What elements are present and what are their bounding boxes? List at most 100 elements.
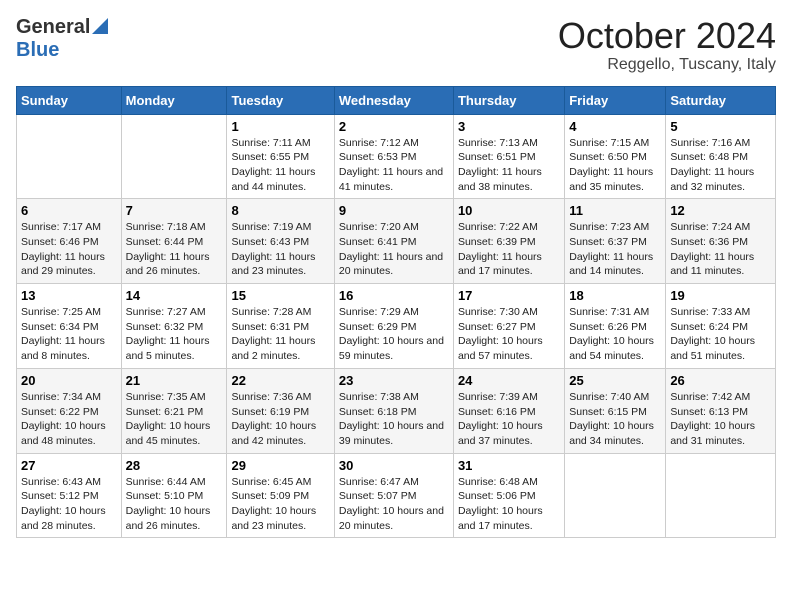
day-info: Sunrise: 7:12 AM Sunset: 6:53 PM Dayligh… — [339, 136, 449, 195]
title-block: October 2024 Reggello, Tuscany, Italy — [558, 16, 776, 74]
day-number: 12 — [670, 203, 771, 218]
calendar-cell: 22 Sunrise: 7:36 AM Sunset: 6:19 PM Dayli… — [227, 368, 334, 453]
calendar-header-row: SundayMondayTuesdayWednesdayThursdayFrid… — [17, 86, 776, 114]
day-number: 16 — [339, 288, 449, 303]
day-info: Sunrise: 7:23 AM Sunset: 6:37 PM Dayligh… — [569, 220, 661, 279]
logo-general-text: General — [16, 16, 90, 39]
calendar-week-row: 27 Sunrise: 6:43 AM Sunset: 5:12 PM Dayli… — [17, 453, 776, 538]
day-info: Sunrise: 7:42 AM Sunset: 6:13 PM Dayligh… — [670, 390, 771, 449]
calendar-cell: 23Sunrise: 7:38 AM Sunset: 6:18 PM Dayli… — [334, 368, 453, 453]
day-info: Sunrise: 7:27 AM Sunset: 6:32 PM Dayligh… — [126, 305, 223, 364]
logo: General Blue — [16, 16, 108, 62]
day-number: 13 — [21, 288, 117, 303]
day-info: Sunrise: 7:40 AM Sunset: 6:15 PM Dayligh… — [569, 390, 661, 449]
day-number: 18 — [569, 288, 661, 303]
day-number: 22 — [231, 373, 329, 388]
calendar-cell: 25 Sunrise: 7:40 AM Sunset: 6:15 PM Dayli… — [565, 368, 666, 453]
calendar-cell: 27 Sunrise: 6:43 AM Sunset: 5:12 PM Dayli… — [17, 453, 122, 538]
calendar-cell: 15 Sunrise: 7:28 AM Sunset: 6:31 PM Dayli… — [227, 284, 334, 369]
calendar-cell: 19Sunrise: 7:33 AM Sunset: 6:24 PM Dayli… — [666, 284, 776, 369]
day-number: 15 — [231, 288, 329, 303]
calendar-cell: 7Sunrise: 7:18 AM Sunset: 6:44 PM Daylig… — [121, 199, 227, 284]
day-number: 14 — [126, 288, 223, 303]
day-info: Sunrise: 7:31 AM Sunset: 6:26 PM Dayligh… — [569, 305, 661, 364]
location: Reggello, Tuscany, Italy — [558, 56, 776, 74]
day-info: Sunrise: 7:19 AM Sunset: 6:43 PM Dayligh… — [231, 220, 329, 279]
calendar-cell: 6Sunrise: 7:17 AM Sunset: 6:46 PM Daylig… — [17, 199, 122, 284]
day-info: Sunrise: 7:36 AM Sunset: 6:19 PM Dayligh… — [231, 390, 329, 449]
header-day-thursday: Thursday — [453, 86, 564, 114]
day-info: Sunrise: 6:45 AM Sunset: 5:09 PM Dayligh… — [231, 475, 329, 534]
calendar-cell: 2 Sunrise: 7:12 AM Sunset: 6:53 PM Daylig… — [334, 114, 453, 199]
day-number: 8 — [231, 203, 329, 218]
page-header: General Blue October 2024 Reggello, Tusc… — [16, 16, 776, 74]
calendar-cell: 5Sunrise: 7:16 AM Sunset: 6:48 PM Daylig… — [666, 114, 776, 199]
day-info: Sunrise: 7:30 AM Sunset: 6:27 PM Dayligh… — [458, 305, 560, 364]
day-info: Sunrise: 7:34 AM Sunset: 6:22 PM Dayligh… — [21, 390, 117, 449]
day-number: 27 — [21, 458, 117, 473]
day-info: Sunrise: 7:38 AM Sunset: 6:18 PM Dayligh… — [339, 390, 449, 449]
day-info: Sunrise: 7:29 AM Sunset: 6:29 PM Dayligh… — [339, 305, 449, 364]
day-number: 21 — [126, 373, 223, 388]
calendar-cell: 12 Sunrise: 7:24 AM Sunset: 6:36 PM Dayli… — [666, 199, 776, 284]
day-number: 28 — [126, 458, 223, 473]
calendar-cell — [565, 453, 666, 538]
day-number: 4 — [569, 119, 661, 134]
calendar-cell: 8 Sunrise: 7:19 AM Sunset: 6:43 PM Daylig… — [227, 199, 334, 284]
day-number: 5 — [670, 119, 771, 134]
calendar-cell: 18 Sunrise: 7:31 AM Sunset: 6:26 PM Dayli… — [565, 284, 666, 369]
day-info: Sunrise: 7:22 AM Sunset: 6:39 PM Dayligh… — [458, 220, 560, 279]
calendar-cell: 29 Sunrise: 6:45 AM Sunset: 5:09 PM Dayli… — [227, 453, 334, 538]
header-day-monday: Monday — [121, 86, 227, 114]
day-number: 2 — [339, 119, 449, 134]
calendar-cell: 21Sunrise: 7:35 AM Sunset: 6:21 PM Dayli… — [121, 368, 227, 453]
calendar-cell: 13 Sunrise: 7:25 AM Sunset: 6:34 PM Dayli… — [17, 284, 122, 369]
calendar-cell: 24 Sunrise: 7:39 AM Sunset: 6:16 PM Dayli… — [453, 368, 564, 453]
day-info: Sunrise: 7:33 AM Sunset: 6:24 PM Dayligh… — [670, 305, 771, 364]
logo-blue-text: Blue — [16, 39, 59, 61]
calendar-cell: 31 Sunrise: 6:48 AM Sunset: 5:06 PM Dayli… — [453, 453, 564, 538]
day-info: Sunrise: 7:39 AM Sunset: 6:16 PM Dayligh… — [458, 390, 560, 449]
calendar-cell: 11 Sunrise: 7:23 AM Sunset: 6:37 PM Dayli… — [565, 199, 666, 284]
day-info: Sunrise: 7:20 AM Sunset: 6:41 PM Dayligh… — [339, 220, 449, 279]
header-day-saturday: Saturday — [666, 86, 776, 114]
month-title: October 2024 — [558, 16, 776, 56]
header-day-friday: Friday — [565, 86, 666, 114]
header-day-tuesday: Tuesday — [227, 86, 334, 114]
day-info: Sunrise: 7:25 AM Sunset: 6:34 PM Dayligh… — [21, 305, 117, 364]
day-info: Sunrise: 7:18 AM Sunset: 6:44 PM Dayligh… — [126, 220, 223, 279]
day-number: 29 — [231, 458, 329, 473]
day-number: 24 — [458, 373, 560, 388]
calendar-cell — [666, 453, 776, 538]
day-info: Sunrise: 7:24 AM Sunset: 6:36 PM Dayligh… — [670, 220, 771, 279]
day-number: 9 — [339, 203, 449, 218]
day-number: 31 — [458, 458, 560, 473]
day-info: Sunrise: 7:11 AM Sunset: 6:55 PM Dayligh… — [231, 136, 329, 195]
calendar-week-row: 6Sunrise: 7:17 AM Sunset: 6:46 PM Daylig… — [17, 199, 776, 284]
calendar-cell: 1 Sunrise: 7:11 AM Sunset: 6:55 PM Daylig… — [227, 114, 334, 199]
calendar-cell — [121, 114, 227, 199]
day-info: Sunrise: 6:48 AM Sunset: 5:06 PM Dayligh… — [458, 475, 560, 534]
calendar-cell: 17Sunrise: 7:30 AM Sunset: 6:27 PM Dayli… — [453, 284, 564, 369]
day-number: 25 — [569, 373, 661, 388]
calendar-cell: 20 Sunrise: 7:34 AM Sunset: 6:22 PM Dayli… — [17, 368, 122, 453]
calendar-cell — [17, 114, 122, 199]
day-number: 10 — [458, 203, 560, 218]
calendar-cell: 28 Sunrise: 6:44 AM Sunset: 5:10 PM Dayli… — [121, 453, 227, 538]
calendar-week-row: 13 Sunrise: 7:25 AM Sunset: 6:34 PM Dayli… — [17, 284, 776, 369]
day-number: 1 — [231, 119, 329, 134]
day-number: 3 — [458, 119, 560, 134]
day-info: Sunrise: 7:28 AM Sunset: 6:31 PM Dayligh… — [231, 305, 329, 364]
day-number: 20 — [21, 373, 117, 388]
day-info: Sunrise: 6:43 AM Sunset: 5:12 PM Dayligh… — [21, 475, 117, 534]
calendar-cell: 10 Sunrise: 7:22 AM Sunset: 6:39 PM Dayli… — [453, 199, 564, 284]
day-info: Sunrise: 7:15 AM Sunset: 6:50 PM Dayligh… — [569, 136, 661, 195]
day-number: 11 — [569, 203, 661, 218]
calendar-cell: 30Sunrise: 6:47 AM Sunset: 5:07 PM Dayli… — [334, 453, 453, 538]
day-info: Sunrise: 7:13 AM Sunset: 6:51 PM Dayligh… — [458, 136, 560, 195]
header-day-wednesday: Wednesday — [334, 86, 453, 114]
day-info: Sunrise: 6:44 AM Sunset: 5:10 PM Dayligh… — [126, 475, 223, 534]
calendar-table: SundayMondayTuesdayWednesdayThursdayFrid… — [16, 86, 776, 539]
calendar-cell: 26Sunrise: 7:42 AM Sunset: 6:13 PM Dayli… — [666, 368, 776, 453]
calendar-week-row: 1 Sunrise: 7:11 AM Sunset: 6:55 PM Daylig… — [17, 114, 776, 199]
